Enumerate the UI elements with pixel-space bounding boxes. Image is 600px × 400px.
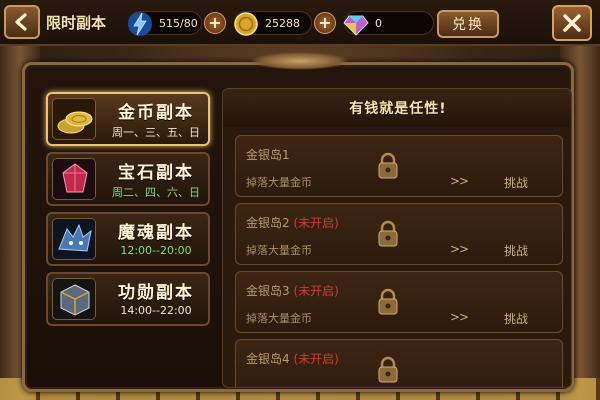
tab-schedule: 12:00--20:00 <box>120 244 192 257</box>
armor-cube-icon <box>52 278 96 320</box>
gold-coins-icon <box>52 98 96 140</box>
panel-heading: 有钱就是任性! <box>223 89 571 127</box>
back-arrow-icon <box>15 13 27 31</box>
stage-card[interactable]: 金银岛4 (未开启) <box>235 339 563 387</box>
stage-list-panel: 有钱就是任性! 金银岛1 掉落大量金币 >> 挑战 金银岛2 (未开启) 掉落大… <box>222 88 572 388</box>
tab-merit-dungeon[interactable]: 功勋副本 14:00--22:00 <box>46 272 210 326</box>
tab-label: 魔魂副本 <box>118 223 194 243</box>
stage-description: 掉落大量金币 <box>246 176 312 189</box>
close-icon <box>563 14 581 32</box>
lock-icon <box>378 356 398 383</box>
tab-label: 金币副本 <box>118 103 194 123</box>
stage-description: 掉落大量金币 <box>246 312 312 325</box>
tab-schedule: 周二、四、六、日 <box>112 186 200 199</box>
lock-icon <box>378 152 398 179</box>
gem-icon <box>52 158 96 200</box>
stage-card[interactable]: 金银岛2 (未开启) 掉落大量金币 >> 挑战 <box>235 203 563 265</box>
dragon-icon <box>52 218 96 260</box>
lightning-energy-icon <box>128 12 152 36</box>
tab-label: 功勋副本 <box>118 283 194 303</box>
tab-gold-dungeon[interactable]: 金币副本 周一、三、五、日 <box>46 92 210 146</box>
tab-soul-dungeon[interactable]: 魔魂副本 12:00--20:00 <box>46 212 210 266</box>
stage-title: 金银岛2 (未开启) <box>246 216 339 230</box>
top-bar: 限时副本 515/80 + 25288 + 0 兑换 <box>0 0 600 46</box>
challenge-button[interactable]: 挑战 <box>504 174 528 191</box>
energy-value: 515/80 <box>159 16 198 30</box>
gold-counter: 25288 <box>234 11 312 36</box>
stage-card[interactable]: 金银岛3 (未开启) 掉落大量金币 >> 挑战 <box>235 271 563 333</box>
stage-title: 金银岛4 (未开启) <box>246 352 339 366</box>
stage-card[interactable]: 金银岛1 掉落大量金币 >> 挑战 <box>235 135 563 197</box>
chevron-right-icon: >> <box>450 310 469 324</box>
close-button[interactable] <box>552 5 592 41</box>
gold-value: 25288 <box>265 16 300 30</box>
add-gold-button[interactable]: + <box>314 12 336 34</box>
exchange-button[interactable]: 兑换 <box>437 10 499 38</box>
back-button[interactable] <box>4 5 40 39</box>
energy-counter: 515/80 <box>128 11 202 36</box>
stage-title: 金银岛3 (未开启) <box>246 284 339 298</box>
gold-coin-icon <box>234 12 258 36</box>
tab-label: 宝石副本 <box>118 163 194 183</box>
rainbow-gem-icon <box>343 15 369 36</box>
chevron-right-icon: >> <box>450 174 469 188</box>
tab-schedule: 14:00--22:00 <box>120 304 192 317</box>
dungeon-tabs: 金币副本 周一、三、五、日 宝石副本 周二、四、六、日 魔魂副本 12:00--… <box>46 92 210 332</box>
gem-value: 0 <box>375 16 382 30</box>
chevron-right-icon: >> <box>450 242 469 256</box>
gem-counter: 0 <box>343 11 434 36</box>
tab-gem-dungeon[interactable]: 宝石副本 周二、四、六、日 <box>46 152 210 206</box>
page-title: 限时副本 <box>46 14 107 32</box>
stage-title: 金银岛1 <box>246 148 290 162</box>
frame-ornament <box>250 52 350 70</box>
challenge-button[interactable]: 挑战 <box>504 242 528 259</box>
challenge-button[interactable]: 挑战 <box>504 310 528 327</box>
tab-schedule: 周一、三、五、日 <box>112 126 200 139</box>
lock-icon <box>378 220 398 247</box>
stage-description: 掉落大量金币 <box>246 244 312 257</box>
lock-icon <box>378 288 398 315</box>
add-energy-button[interactable]: + <box>204 12 226 34</box>
